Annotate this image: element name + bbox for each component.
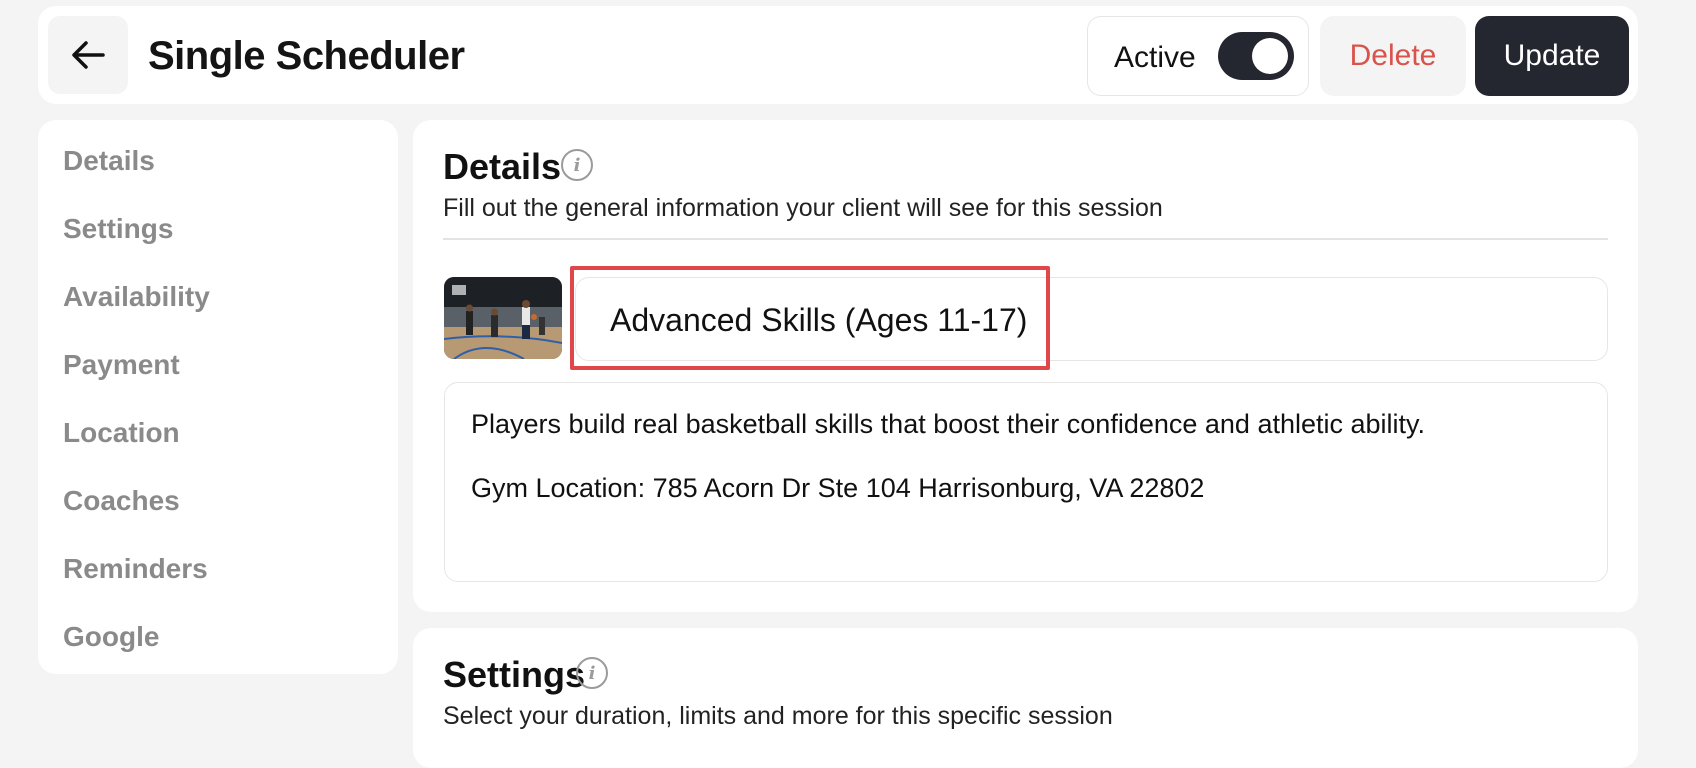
description-textarea[interactable]: Players build real basketball skills tha… xyxy=(444,382,1608,582)
session-name-value: Advanced Skills (Ages 11-17) xyxy=(610,302,1028,338)
active-status-control: Active xyxy=(1087,16,1309,96)
details-card: Details i Fill out the general informati… xyxy=(413,120,1638,612)
sidebar-item-coaches[interactable]: Coaches xyxy=(63,485,180,517)
sidebar-item-reminders[interactable]: Reminders xyxy=(63,553,208,585)
sidebar-item-details[interactable]: Details xyxy=(63,145,155,177)
toggle-knob xyxy=(1252,38,1288,74)
active-toggle[interactable] xyxy=(1218,32,1294,80)
description-line: Gym Location: 785 Acorn Dr Ste 104 Harri… xyxy=(471,473,1205,503)
session-thumbnail[interactable] xyxy=(444,277,562,359)
settings-card: Settings i Select your duration, limits … xyxy=(413,628,1638,768)
delete-button[interactable]: Delete xyxy=(1320,16,1466,96)
info-icon[interactable]: i xyxy=(576,657,608,689)
divider xyxy=(443,238,1608,240)
details-subtitle: Fill out the general information your cl… xyxy=(443,194,1163,222)
session-name-input[interactable]: Advanced Skills (Ages 11-17) xyxy=(570,266,1608,370)
sidebar-item-availability[interactable]: Availability xyxy=(63,281,210,313)
sidebar-item-payment[interactable]: Payment xyxy=(63,349,180,381)
description-line: Players build real basketball skills tha… xyxy=(471,409,1426,439)
active-label: Active xyxy=(1114,41,1196,74)
basketball-gym-image xyxy=(444,277,562,359)
details-heading: Details xyxy=(443,146,562,187)
settings-heading: Settings xyxy=(443,654,586,695)
info-icon[interactable]: i xyxy=(561,149,593,181)
update-button[interactable]: Update xyxy=(1475,16,1629,96)
back-button[interactable] xyxy=(48,16,128,94)
sidebar-item-settings[interactable]: Settings xyxy=(63,213,173,245)
sidebar-item-location[interactable]: Location xyxy=(63,417,180,449)
section-nav: Details Settings Availability Payment Lo… xyxy=(38,120,398,674)
header-bar: Single Scheduler Active Delete Update xyxy=(38,6,1638,104)
settings-subtitle: Select your duration, limits and more fo… xyxy=(443,702,1113,730)
page-title: Single Scheduler xyxy=(148,34,465,78)
arrow-left-icon xyxy=(72,41,105,69)
sidebar-item-google[interactable]: Google xyxy=(63,621,159,653)
